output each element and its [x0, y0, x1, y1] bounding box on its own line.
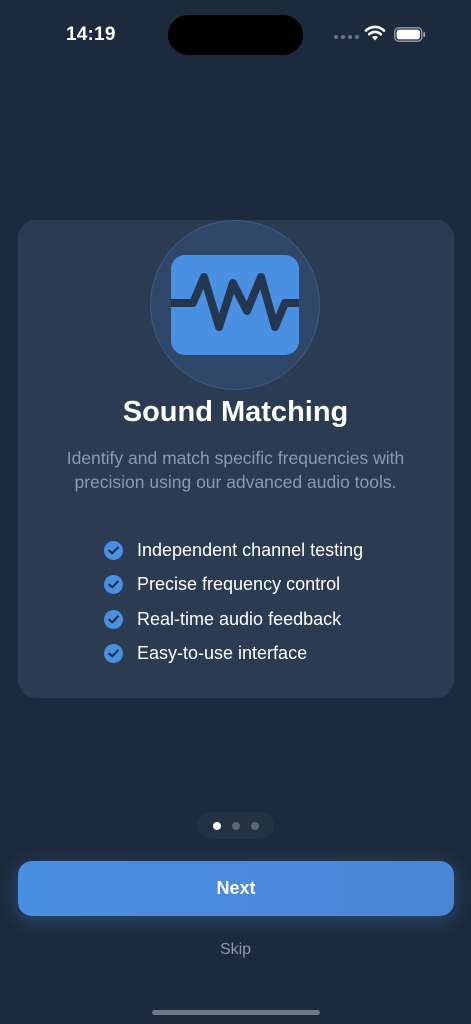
checkmark-icon	[104, 609, 123, 629]
cellular-dots-icon	[334, 35, 359, 39]
feature-label: Easy-to-use interface	[137, 643, 308, 664]
feature-item: Real-time audio feedback	[104, 602, 434, 637]
feature-label: Independent channel testing	[137, 539, 364, 560]
status-time: 14:19	[66, 24, 116, 45]
feature-list: Independent channel testing Precise freq…	[104, 533, 434, 671]
page-description: Identify and match specific frequencies …	[66, 448, 405, 492]
feature-label: Precise frequency control	[137, 574, 341, 595]
page-title: Sound Matching	[122, 396, 349, 428]
page-dot-active[interactable]	[212, 821, 221, 830]
checkmark-icon	[104, 644, 123, 664]
feature-item: Independent channel testing	[104, 533, 434, 568]
feature-label: Real-time audio feedback	[137, 608, 342, 629]
page-dot[interactable]	[250, 821, 259, 830]
page-indicator[interactable]	[197, 812, 274, 839]
wifi-icon	[364, 25, 386, 41]
home-indicator[interactable]	[152, 1010, 320, 1015]
skip-button[interactable]: Skip	[0, 941, 471, 959]
page-dot[interactable]	[231, 821, 240, 830]
feature-item: Precise frequency control	[104, 568, 434, 603]
battery-icon	[394, 27, 426, 42]
next-button[interactable]: Next	[18, 861, 454, 916]
checkmark-icon	[104, 540, 123, 560]
checkmark-icon	[104, 575, 123, 595]
feature-item: Easy-to-use interface	[104, 637, 434, 672]
dynamic-island	[168, 15, 303, 55]
status-bar: 14:19	[0, 0, 471, 70]
waveform-icon	[167, 255, 303, 355]
